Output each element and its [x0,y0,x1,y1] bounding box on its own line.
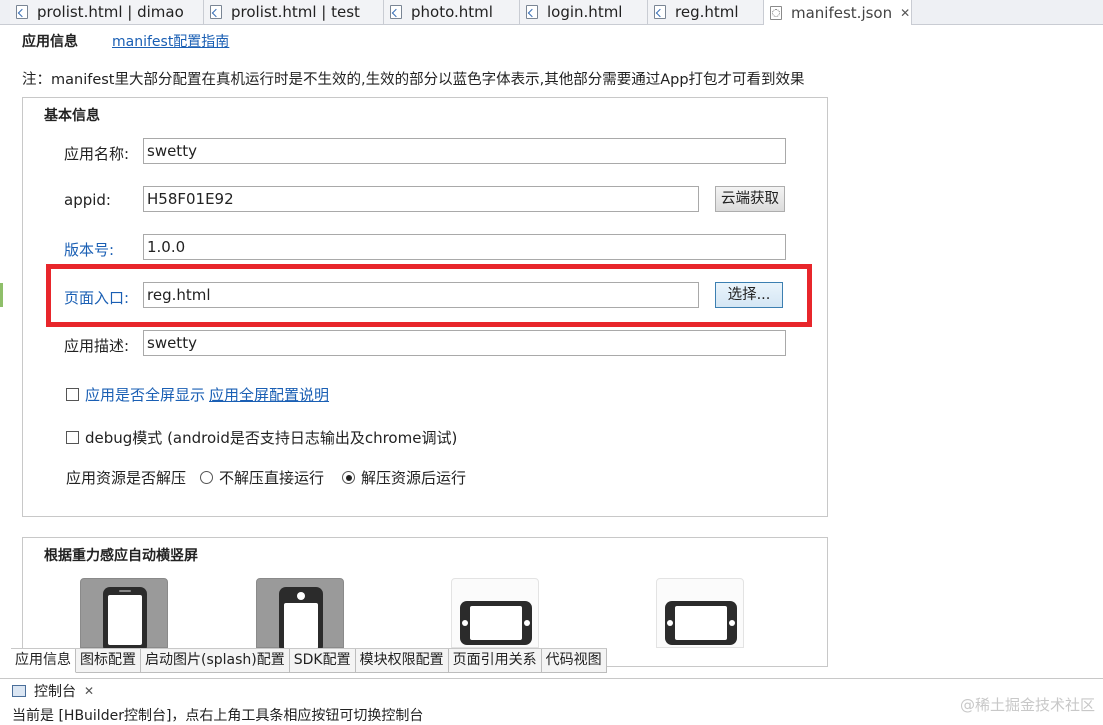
portrait-primary-option[interactable] [80,578,168,653]
console-tab-label: 控制台 [34,684,76,700]
notice-text: 注：manifest里大部分配置在真机运行时是不生效的,生效的部分以蓝色字体表示… [22,72,805,88]
debug-label: debug模式 (android是否支持日志输出及chrome调试) [85,429,458,447]
tab-code-view[interactable]: 代码视图 [541,649,607,673]
tab-label: reg.html [675,3,739,21]
tab-label: prolist.html | dimao [37,3,184,21]
close-icon[interactable]: ✕ [84,684,94,698]
tab-manifest[interactable]: manifest.json ✕ [764,0,912,25]
unzip-radio[interactable] [342,471,356,484]
portrait-reverse-phone-icon [279,587,323,653]
tab-icon-config[interactable]: 图标配置 [76,649,141,673]
tab-label: login.html [547,3,623,21]
tab-module-permissions[interactable]: 模块权限配置 [355,649,449,673]
tab-label: manifest.json [791,3,893,22]
app-name-input[interactable]: swetty [143,138,786,164]
tab-prolist-test[interactable]: prolist.html | test [204,0,384,24]
fullscreen-checkbox[interactable] [66,388,79,401]
tab-page-references[interactable]: 页面引用关系 [448,649,542,673]
description-label: 应用描述: [64,337,130,355]
orientation-title: 根据重力感应自动横竖屏 [44,548,198,564]
no-unzip-label: 不解压直接运行 [219,469,325,487]
portrait-secondary-option[interactable] [256,578,344,653]
unzip-option-label: 解压资源后运行 [361,469,467,487]
html-file-icon [16,5,28,19]
version-label: 版本号: [64,241,115,259]
watermark-text: @稀土掘金技术社区 [959,696,1095,714]
html-file-icon [390,5,402,19]
no-unzip-radio[interactable] [200,471,214,484]
fullscreen-label: 应用是否全屏显示 [85,386,206,404]
debug-checkbox[interactable] [66,431,79,444]
unzip-label: 应用资源是否解压 [66,469,187,487]
manifest-section-tabs: 应用信息 图标配置 启动图片(splash)配置 SDK配置 模块权限配置 页面… [11,648,607,673]
fullscreen-config-link[interactable]: 应用全屏配置说明 [209,384,329,405]
appid-label: appid: [64,191,111,209]
landscape-reverse-phone-icon [665,601,737,645]
basic-info-title: 基本信息 [44,108,100,124]
tab-login[interactable]: login.html [520,0,648,24]
change-marker [0,283,3,307]
appid-input[interactable]: H58F01E92 [143,186,699,212]
console-icon [12,685,26,697]
tab-photo[interactable]: photo.html [384,0,520,24]
tab-prolist-dimao[interactable]: prolist.html | dimao [10,0,204,24]
debug-row: debug模式 (android是否支持日志输出及chrome调试) [66,427,457,448]
landscape-secondary-option[interactable] [656,578,744,648]
app-name-label: 应用名称: [64,145,130,163]
tab-reg[interactable]: reg.html [648,0,764,24]
console-panel-header: 控制台 ✕ [0,678,1103,703]
close-icon[interactable]: ✕ [900,6,910,20]
portrait-phone-icon [103,587,147,653]
description-input[interactable]: swetty [143,330,786,356]
entry-page-label: 页面入口: [64,289,130,307]
tab-app-info[interactable]: 应用信息 [11,649,76,673]
version-input[interactable]: 1.0.0 [143,234,786,260]
entry-page-input[interactable]: reg.html [143,282,699,308]
html-file-icon [526,5,538,19]
page-header: 应用信息 manifest配置指南 [22,31,229,51]
tab-sdk-config[interactable]: SDK配置 [289,649,356,673]
unzip-row: 应用资源是否解压 不解压直接运行 解压资源后运行 [66,467,466,488]
json-file-icon [770,5,782,20]
html-file-icon [654,5,666,19]
cloud-fetch-button[interactable]: 云端获取 [715,186,785,212]
tab-label: photo.html [411,3,493,21]
console-tab[interactable]: 控制台 ✕ [12,681,94,701]
landscape-primary-option[interactable] [451,578,539,648]
fullscreen-row: 应用是否全屏显示 应用全屏配置说明 [66,384,329,405]
html-file-icon [210,5,222,19]
manifest-guide-link[interactable]: manifest配置指南 [112,31,229,51]
tab-label: prolist.html | test [231,3,360,21]
landscape-phone-icon [460,601,532,645]
console-message: 当前是 [HBuilder控制台]，点右上角工具条相应按钮可切换控制台 [12,708,424,724]
choose-entry-button[interactable]: 选择... [715,282,783,308]
page-title: 应用信息 [22,34,78,50]
tab-splash-config[interactable]: 启动图片(splash)配置 [141,649,290,673]
editor-tab-bar: prolist.html | dimao prolist.html | test… [0,0,1103,25]
